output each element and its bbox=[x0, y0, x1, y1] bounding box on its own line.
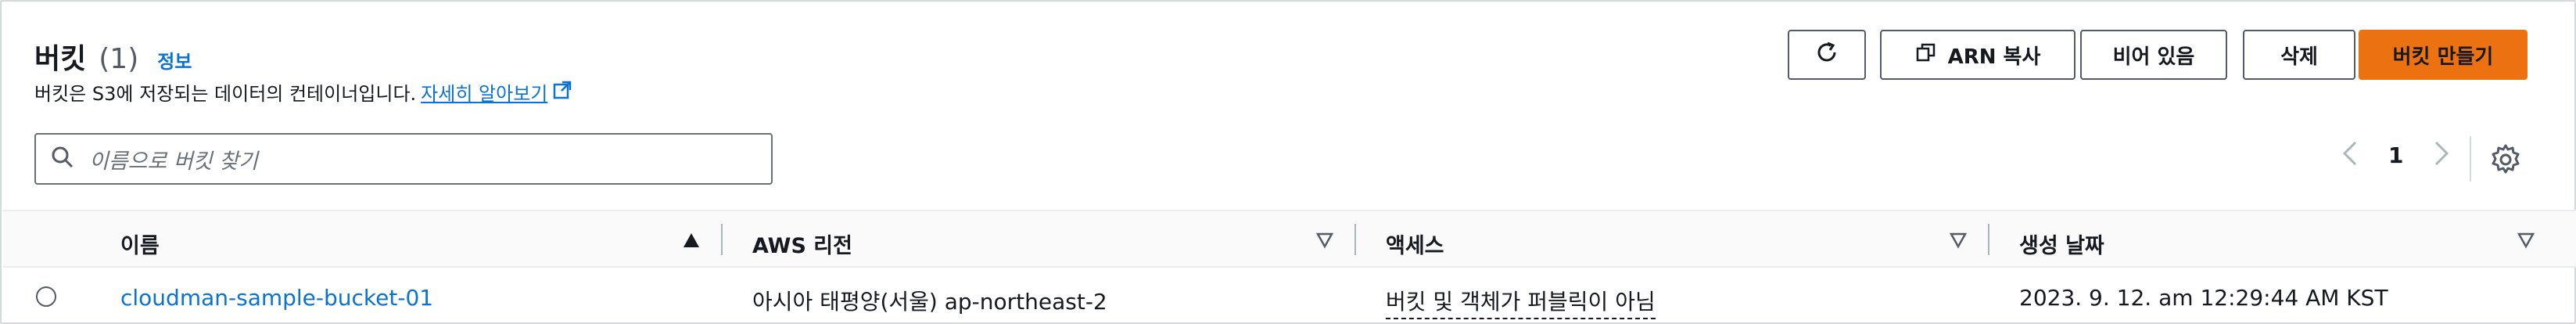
external-link-icon[interactable] bbox=[552, 80, 572, 105]
row-select-radio[interactable] bbox=[36, 286, 56, 307]
column-region[interactable]: AWS 리전 bbox=[752, 229, 852, 259]
current-page[interactable]: 1 bbox=[2388, 142, 2403, 168]
create-bucket-button[interactable]: 버킷 만들기 bbox=[2359, 30, 2528, 80]
column-divider[interactable] bbox=[721, 224, 723, 255]
copy-icon bbox=[1915, 41, 1937, 69]
search-placeholder: 이름으로 버킷 찾기 bbox=[89, 149, 258, 174]
page-title: 버킷 bbox=[34, 43, 87, 75]
buckets-panel: 버킷 (1) 정보 버킷은 S3에 저장되는 데이터의 컨테이너입니다. 자세히… bbox=[0, 0, 2576, 324]
bucket-name-link[interactable]: cloudman-sample-bucket-01 bbox=[120, 285, 433, 311]
chevron-right-icon[interactable] bbox=[2431, 139, 2452, 171]
table-header: 이름 AWS 리전 액세스 생성 날짜 bbox=[3, 210, 2576, 268]
gear-icon[interactable] bbox=[2488, 142, 2523, 180]
column-created[interactable]: 생성 날짜 bbox=[2019, 229, 2104, 259]
column-divider[interactable] bbox=[1988, 224, 1989, 255]
bucket-region: 아시아 태평양(서울) ap-northeast-2 bbox=[752, 289, 1107, 315]
empty-label: 비어 있음 bbox=[2112, 45, 2195, 69]
page-description: 버킷은 S3에 저장되는 데이터의 컨테이너입니다. 자세히 알아보기 bbox=[34, 78, 572, 106]
column-access[interactable]: 액세스 bbox=[1386, 229, 1444, 259]
refresh-icon bbox=[1814, 39, 1840, 71]
search-input[interactable]: 이름으로 버킷 찾기 bbox=[34, 133, 773, 185]
sort-ascending-icon[interactable] bbox=[682, 232, 701, 252]
search-icon bbox=[50, 145, 75, 173]
empty-bucket-button[interactable]: 비어 있음 bbox=[2080, 30, 2227, 80]
table-row: cloudman-sample-bucket-01 아시아 태평양(서울) ap… bbox=[3, 269, 2576, 324]
delete-button[interactable]: 삭제 bbox=[2243, 30, 2355, 80]
delete-label: 삭제 bbox=[2280, 45, 2318, 69]
copy-arn-label: ARN 복사 bbox=[1947, 45, 2041, 69]
bucket-count: (1) bbox=[99, 43, 139, 75]
sort-icon[interactable] bbox=[1315, 232, 1334, 252]
pagination: 1 bbox=[2340, 139, 2452, 171]
sort-icon[interactable] bbox=[2517, 232, 2535, 252]
description-text: 버킷은 S3에 저장되는 데이터의 컨테이너입니다. bbox=[34, 83, 417, 105]
bucket-created: 2023. 9. 12. am 12:29:44 AM KST bbox=[2019, 285, 2388, 311]
learn-more-link[interactable]: 자세히 알아보기 bbox=[421, 78, 547, 106]
create-label: 버킷 만들기 bbox=[2392, 45, 2494, 69]
pager-divider bbox=[2470, 136, 2471, 182]
page-header: 버킷 (1) 정보 bbox=[34, 36, 192, 77]
info-link[interactable]: 정보 bbox=[157, 46, 192, 74]
column-name[interactable]: 이름 bbox=[120, 229, 160, 259]
sort-icon[interactable] bbox=[1949, 232, 1968, 252]
refresh-button[interactable] bbox=[1788, 30, 1866, 80]
column-divider[interactable] bbox=[1354, 224, 1356, 255]
chevron-left-icon[interactable] bbox=[2340, 139, 2360, 171]
copy-arn-button[interactable]: ARN 복사 bbox=[1880, 30, 2076, 80]
bucket-access[interactable]: 버킷 및 객체가 퍼블릭이 아님 bbox=[1386, 285, 1656, 319]
